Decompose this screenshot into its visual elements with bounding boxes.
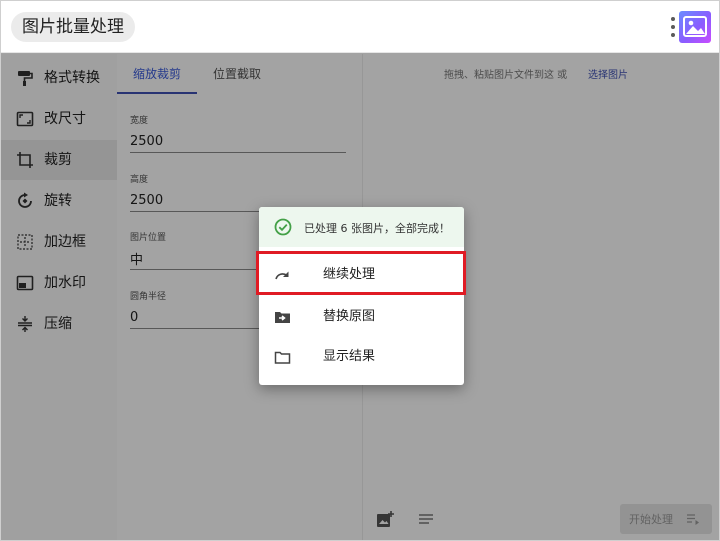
replace-original-item[interactable]: 替换原图 xyxy=(259,297,464,337)
check-circle-icon xyxy=(274,218,292,236)
menu-item-label: 替换原图 xyxy=(323,309,376,324)
folder-move-icon xyxy=(274,309,291,326)
completion-dialog: 已处理 6 张图片，全部完成！ 继续处理 替换原图 显示结果 xyxy=(259,207,464,385)
app-title: 图片批量处理 xyxy=(11,12,135,42)
success-message: 已处理 6 张图片，全部完成！ xyxy=(304,222,450,235)
header: 图片批量处理 xyxy=(1,1,719,53)
success-banner: 已处理 6 张图片，全部完成！ xyxy=(259,207,464,247)
menu-item-label: 继续处理 xyxy=(323,267,376,282)
show-result-item[interactable]: 显示结果 xyxy=(259,337,464,377)
continue-processing-item[interactable]: 继续处理 xyxy=(259,255,464,295)
menu-item-label: 显示结果 xyxy=(323,349,376,364)
folder-icon xyxy=(274,349,291,366)
app-window: 图片批量处理 格式转换 改尺寸 裁剪 旋转 加边框 加水印 压缩 缩放裁剪 位置… xyxy=(0,0,720,541)
redo-arrow-icon xyxy=(274,267,291,284)
more-menu-icon[interactable] xyxy=(668,15,678,41)
app-logo-icon xyxy=(679,11,711,43)
